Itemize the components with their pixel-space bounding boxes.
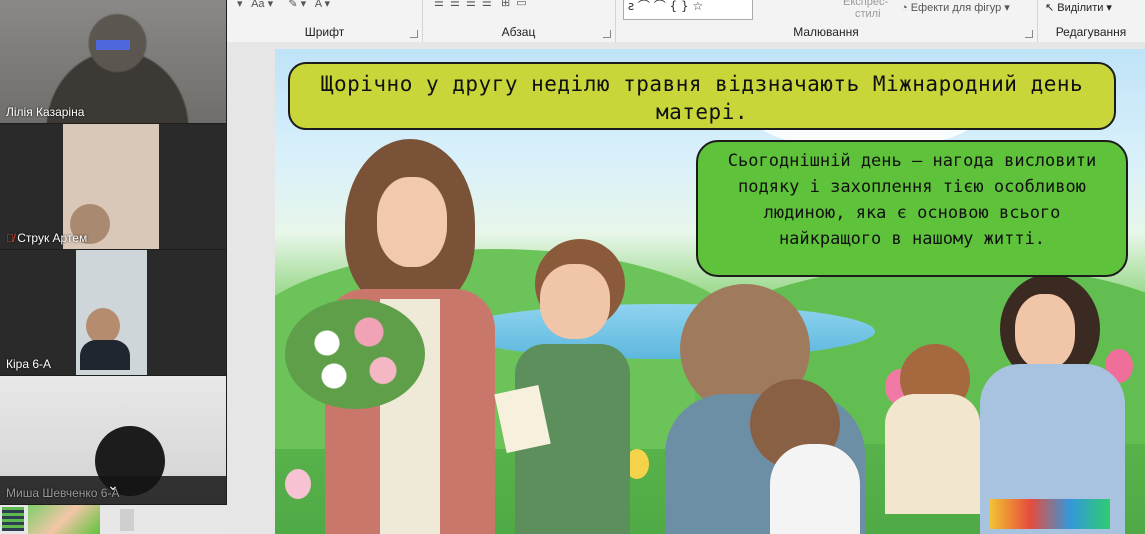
participant-head <box>86 308 120 344</box>
participant-name: 🎙̸ Струк Артем <box>6 231 87 245</box>
shapes-gallery-icon: ƨ ⌒ ⌒ { } ☆ <box>624 0 704 13</box>
video-gallery: Лілія Казаріна 🎙̸ Струк Артем Кіра 6-А Ми… <box>0 0 227 505</box>
slide-thumbnail[interactable] <box>28 505 100 534</box>
bouquet <box>285 299 425 409</box>
select-button[interactable]: ↖ Виділити ▾ <box>1045 1 1112 14</box>
participant-name: Кіра 6-А <box>6 357 52 371</box>
chevron-down-icon[interactable]: ⌄ <box>104 477 122 495</box>
express-styles-button[interactable]: Експрес- <box>843 0 888 8</box>
scrollbar[interactable] <box>120 509 134 531</box>
participant-name: Лілія Казаріна <box>6 105 85 119</box>
ribbon-group-editing: ↖ Виділити ▾ Редагування <box>1037 0 1145 42</box>
styles-button[interactable]: стилі <box>855 8 881 20</box>
participant-tile[interactable]: 🎙̸ Струк Артем <box>0 124 226 249</box>
paragraph-align-controls[interactable]: ☰ ☰ ☰ ☰ ⊞ ▭ <box>434 0 527 9</box>
chevron-down-icon: ▾ <box>1001 2 1010 14</box>
select-label: Виділити <box>1057 2 1104 14</box>
participant-tile[interactable]: Лілія Казаріна <box>0 0 226 123</box>
shape-effects-label: Ефекти для фігур <box>910 2 1002 14</box>
ribbon-label-font: Шрифт <box>304 25 345 39</box>
ribbon-group-drawing: ƨ ⌒ ⌒ { } ☆ Експрес- стилі ◔ Ефекти для … <box>615 0 1038 42</box>
slide[interactable]: Щорічно у другу неділю травня відзначают… <box>275 49 1145 534</box>
paragraph-dialog-launcher-icon[interactable] <box>603 30 611 38</box>
ribbon-group-paragraph: ☰ ☰ ☰ ☰ ⊞ ▭ Абзац <box>422 0 616 42</box>
glasses-reflection <box>96 40 130 50</box>
shapes-gallery[interactable]: ƨ ⌒ ⌒ { } ☆ <box>623 0 753 20</box>
ribbon-label-paragraph: Абзац <box>501 25 536 39</box>
ribbon-label-editing: Редагування <box>1055 25 1127 39</box>
participant-name: Миша Шевченко 6-А <box>6 486 120 500</box>
mother-daughter-figure <box>660 284 870 534</box>
ribbon: ▾ Aa ▾ ✎ ▾ A ▾ Шрифт ☰ ☰ ☰ ☰ ⊞ ▭ Абзац ƨ… <box>227 0 1145 43</box>
ribbon-group-font: ▾ Aa ▾ ✎ ▾ A ▾ Шрифт <box>227 0 423 42</box>
slide-info-box[interactable]: Сьогоднішній день — нагода висловити под… <box>696 140 1128 277</box>
font-color-controls[interactable]: ▾ Aa ▾ ✎ ▾ A ▾ <box>237 0 330 10</box>
participant-body <box>80 340 130 370</box>
slide-thumbnail-icon[interactable] <box>2 507 24 531</box>
panel-bottom-strip <box>0 505 227 534</box>
font-dialog-launcher-icon[interactable] <box>410 30 418 38</box>
shape-effects-icon: ◔ <box>901 2 911 14</box>
drawing-dialog-launcher-icon[interactable] <box>1025 30 1033 38</box>
cursor-icon: ↖ <box>1045 2 1058 14</box>
mic-muted-icon: 🎙̸ <box>6 233 15 245</box>
participant-tile[interactable]: Кіра 6-А <box>0 250 226 375</box>
shape-effects-button[interactable]: ◔ Ефекти для фігур ▾ <box>901 1 1010 14</box>
flower-decoration <box>285 469 311 499</box>
mother-son-play-figure <box>880 274 1125 534</box>
chevron-down-icon: ▾ <box>1103 2 1112 14</box>
participant-name-label: Струк Артем <box>17 231 88 245</box>
boy-figure <box>494 239 640 534</box>
ribbon-label-drawing: Малювання <box>793 25 859 39</box>
slide-title[interactable]: Щорічно у другу неділю травня відзначают… <box>288 62 1116 130</box>
